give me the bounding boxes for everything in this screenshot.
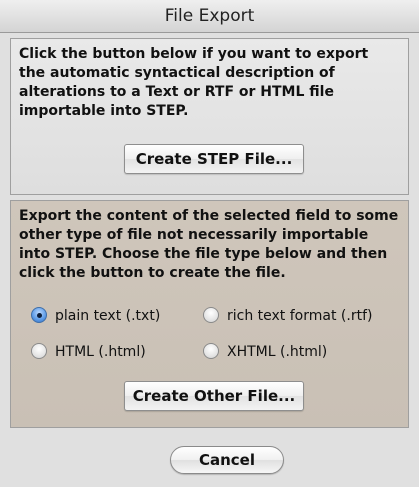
radio-rich-text-format-label: rich text format (.rtf): [227, 308, 373, 324]
create-other-file-button[interactable]: Create Other File...: [124, 381, 304, 411]
radio-plain-text[interactable]: plain text (.txt): [31, 306, 191, 326]
radio-xhtml-label: XHTML (.html): [227, 344, 328, 360]
radio-selected-icon[interactable]: [31, 307, 47, 323]
cancel-button[interactable]: Cancel: [170, 446, 284, 474]
radio-html[interactable]: HTML (.html): [31, 342, 191, 362]
radio-plain-text-label: plain text (.txt): [55, 308, 161, 324]
other-export-panel: Export the content of the selected field…: [10, 200, 409, 428]
file-export-dialog: File Export Click the button below if yo…: [0, 0, 419, 487]
radio-html-label: HTML (.html): [55, 344, 146, 360]
radio-unselected-icon[interactable]: [31, 343, 47, 359]
radio-unselected-icon[interactable]: [203, 307, 219, 323]
radio-unselected-icon[interactable]: [203, 343, 219, 359]
step-description: Click the button below if you want to ex…: [19, 46, 369, 119]
create-step-file-button[interactable]: Create STEP File...: [124, 144, 304, 174]
step-export-panel: Click the button below if you want to ex…: [10, 38, 409, 195]
other-description: Export the content of the selected field…: [19, 208, 399, 281]
window-title: File Export: [0, 0, 419, 33]
radio-rich-text-format[interactable]: rich text format (.rtf): [203, 306, 393, 326]
radio-xhtml[interactable]: XHTML (.html): [203, 342, 393, 362]
